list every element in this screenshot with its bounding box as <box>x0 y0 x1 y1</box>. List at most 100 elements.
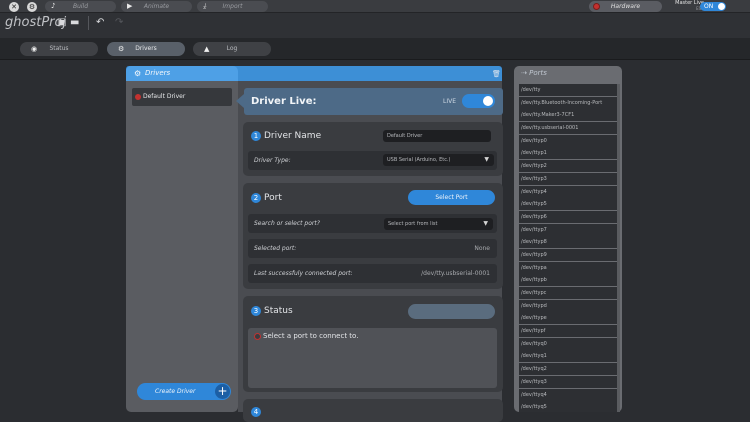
port-list-item[interactable]: /dev/ttyq5 <box>519 401 617 412</box>
driver-name-input[interactable]: Default Driver <box>383 130 491 142</box>
gear-icon[interactable]: ⚙ <box>27 2 37 12</box>
toolbar-divider <box>88 16 89 30</box>
port-list-item[interactable]: /dev/ttypc <box>519 287 617 299</box>
trash-icon[interactable]: 🗑 <box>492 70 501 78</box>
port-list-item[interactable]: /dev/ttyp3 <box>519 172 617 185</box>
port-list-item[interactable]: /dev/ttyp0 <box>519 134 617 147</box>
port-list-item[interactable]: /dev/ttyp4 <box>519 185 617 198</box>
tab-log[interactable]: ▲ Log <box>193 42 271 56</box>
undo-icon[interactable]: ↶ <box>96 17 104 28</box>
port-list-item[interactable]: /dev/ttypa <box>519 261 617 274</box>
port-list-item[interactable]: /dev/ttypd <box>519 299 617 312</box>
port-list-item[interactable]: /dev/tty.Bluetooth-Incoming-Port <box>519 96 617 109</box>
plug-icon: ⇢ <box>521 69 527 77</box>
driver-status-icon <box>135 94 141 100</box>
port-list-item[interactable]: /dev/ttyp6 <box>519 210 617 223</box>
status-message: Select a port to connect to. <box>263 332 359 340</box>
status-error-icon <box>254 333 261 340</box>
tab-status[interactable]: ◉ Status <box>20 42 98 56</box>
master-live-toggle[interactable]: ON <box>700 2 726 11</box>
port-title: Port <box>264 193 282 203</box>
driver-name-label: Default Driver <box>143 93 186 100</box>
port-list-item[interactable]: /dev/ttyq3 <box>519 375 617 388</box>
hardware-label: Hardware <box>610 3 641 10</box>
selected-port-row: Selected port: None <box>248 239 497 258</box>
master-live-label: Master Live ESC <box>668 0 704 12</box>
port-list-item[interactable]: /dev/ttyq0 <box>519 337 617 350</box>
port-list-item[interactable]: /dev/ttyp7 <box>519 223 617 236</box>
port-list-item[interactable]: /dev/ttypf <box>519 325 617 338</box>
port-list-item[interactable]: /dev/ttyp2 <box>519 160 617 173</box>
import-label: Import <box>222 3 243 10</box>
ports-list[interactable]: /dev/tty/dev/tty.Bluetooth-Incoming-Port… <box>519 84 617 412</box>
master-live-sub: ESC <box>668 6 704 12</box>
port-list-item[interactable]: /dev/tty <box>519 84 617 96</box>
step-number: 2 <box>251 193 261 203</box>
driver-type-select[interactable]: USB Serial (Arduino, Etc.) ▼ <box>383 154 494 166</box>
animate-button[interactable]: ▶ Animate <box>121 1 192 12</box>
save-icon[interactable]: ▣ <box>57 17 66 28</box>
live-label: LIVE <box>443 98 457 105</box>
port-list-item[interactable]: /dev/ttyp1 <box>519 147 617 160</box>
import-button[interactable]: ⤓ Import <box>197 1 268 12</box>
port-list-item[interactable]: /dev/ttyp9 <box>519 248 617 261</box>
last-port-value: /dev/tty.usbserial-0001 <box>421 270 490 277</box>
selected-port-label: Selected port: <box>254 245 297 252</box>
master-toggle-label: ON <box>704 3 714 10</box>
advanced-card <box>243 399 503 422</box>
step-number: 1 <box>251 131 261 141</box>
port-select[interactable]: Select port from list ▼ <box>384 218 493 230</box>
port-list-item[interactable]: /dev/ttyq4 <box>519 388 617 401</box>
status-title: Status <box>264 306 293 316</box>
port-list-item[interactable]: /dev/ttyq1 <box>519 350 617 363</box>
create-driver-button[interactable]: Create Driver + <box>137 383 231 400</box>
redo-icon[interactable]: ↷ <box>115 17 123 28</box>
project-bar <box>0 13 750 38</box>
port-list-item[interactable]: /dev/tty.Maker3-7CF1 <box>519 109 617 122</box>
drivers-header-label: Drivers <box>145 69 171 77</box>
selected-port-value: None <box>474 245 490 252</box>
port-list-item[interactable]: /dev/ttype <box>519 312 617 325</box>
hardware-button[interactable]: Hardware <box>589 1 662 12</box>
close-icon[interactable]: ✕ <box>9 2 19 12</box>
animate-label: Animate <box>143 3 170 10</box>
driver-name-title: Driver Name <box>264 131 322 141</box>
driver-live-toggle[interactable] <box>462 94 495 108</box>
toggle-knob <box>483 96 493 106</box>
port-list-item[interactable]: /dev/tty.usbserial-0001 <box>519 122 617 135</box>
driver-list-item[interactable]: Default Driver <box>132 88 232 106</box>
folder-icon[interactable]: ▬ <box>70 17 79 28</box>
chevron-down-icon: ▼ <box>484 156 489 163</box>
toggle-knob <box>718 3 725 10</box>
driver-name-value: Default Driver <box>387 133 423 139</box>
connect-button[interactable] <box>408 304 495 319</box>
last-port-label: Last successfuly connected port: <box>254 270 353 277</box>
port-list-item[interactable]: /dev/ttyq2 <box>519 363 617 376</box>
driver-live-title: Driver Live: <box>251 96 317 107</box>
driver-type-label: Driver Type: <box>254 157 291 164</box>
port-list-item[interactable]: /dev/ttyp5 <box>519 198 617 211</box>
plus-icon: + <box>215 384 230 399</box>
tab-log-label: Log <box>226 45 238 52</box>
tab-divider <box>0 59 750 60</box>
create-driver-label: Create Driver <box>155 388 196 395</box>
tab-status-label: Status <box>49 45 69 52</box>
tab-drivers-label: Drivers <box>135 45 157 52</box>
gear-icon: ⚙ <box>134 69 142 78</box>
chevron-down-icon: ▼ <box>483 220 488 227</box>
last-port-row: Last successfuly connected port: /dev/tt… <box>248 264 497 283</box>
ports-title-label: Ports <box>529 69 547 77</box>
port-list-item[interactable]: /dev/ttypb <box>519 274 617 287</box>
port-list-item[interactable]: /dev/ttyp8 <box>519 236 617 249</box>
ports-title: ⇢ Ports <box>521 69 547 77</box>
build-button[interactable]: ♪ Build <box>45 1 116 12</box>
select-port-button[interactable]: Select Port <box>408 190 495 205</box>
ports-scrollbar[interactable] <box>617 84 620 412</box>
tab-drivers[interactable]: ⚙ Drivers <box>107 42 185 56</box>
drivers-header: ⚙ Drivers <box>126 66 238 81</box>
build-label: Build <box>72 3 89 10</box>
search-port-label: Search or select port? <box>254 220 320 227</box>
port-select-placeholder: Select port from list <box>388 221 438 227</box>
driver-type-value: USB Serial (Arduino, Etc.) <box>387 157 451 163</box>
selection-arrow <box>236 94 244 108</box>
